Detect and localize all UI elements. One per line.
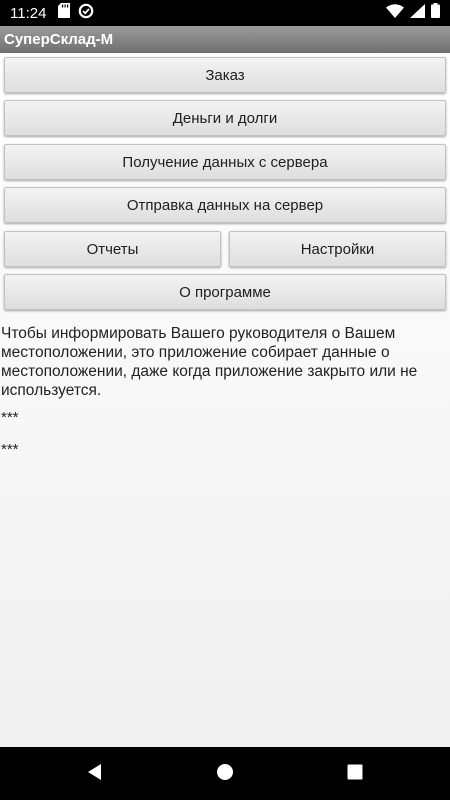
recents-icon <box>346 763 364 786</box>
cell-signal-icon <box>410 3 425 23</box>
about-button[interactable]: О программе <box>4 274 446 310</box>
reports-button[interactable]: Отчеты <box>4 231 221 267</box>
back-icon <box>86 763 104 786</box>
back-button[interactable] <box>82 761 108 787</box>
wifi-icon <box>386 3 404 23</box>
main-content: Заказ Деньги и долги Получение данных с … <box>0 53 450 747</box>
sd-card-icon <box>58 3 71 23</box>
data-saver-icon <box>78 3 94 24</box>
status-left-icons <box>58 3 94 24</box>
settings-button[interactable]: Настройки <box>229 231 446 267</box>
info-line-1: *** <box>1 409 19 426</box>
receive-data-button[interactable]: Получение данных с сервера <box>4 144 446 180</box>
home-button[interactable] <box>212 761 238 787</box>
recents-button[interactable] <box>342 761 368 787</box>
order-button[interactable]: Заказ <box>4 57 446 93</box>
home-icon <box>216 763 234 786</box>
battery-icon <box>431 3 440 23</box>
info-line-2: *** <box>1 441 19 458</box>
money-debts-button[interactable]: Деньги и долги <box>4 100 446 136</box>
send-data-button[interactable]: Отправка данных на сервер <box>4 187 446 223</box>
status-bar: 11:24 <box>0 0 450 26</box>
location-notice-text: Чтобы информировать Вашего руководителя … <box>1 325 418 399</box>
app-title: СуперСклад-М <box>4 31 114 48</box>
navigation-bar <box>0 747 450 800</box>
status-right-icons <box>386 3 440 23</box>
status-time: 11:24 <box>10 4 47 22</box>
app-title-bar: СуперСклад-М <box>0 26 450 53</box>
